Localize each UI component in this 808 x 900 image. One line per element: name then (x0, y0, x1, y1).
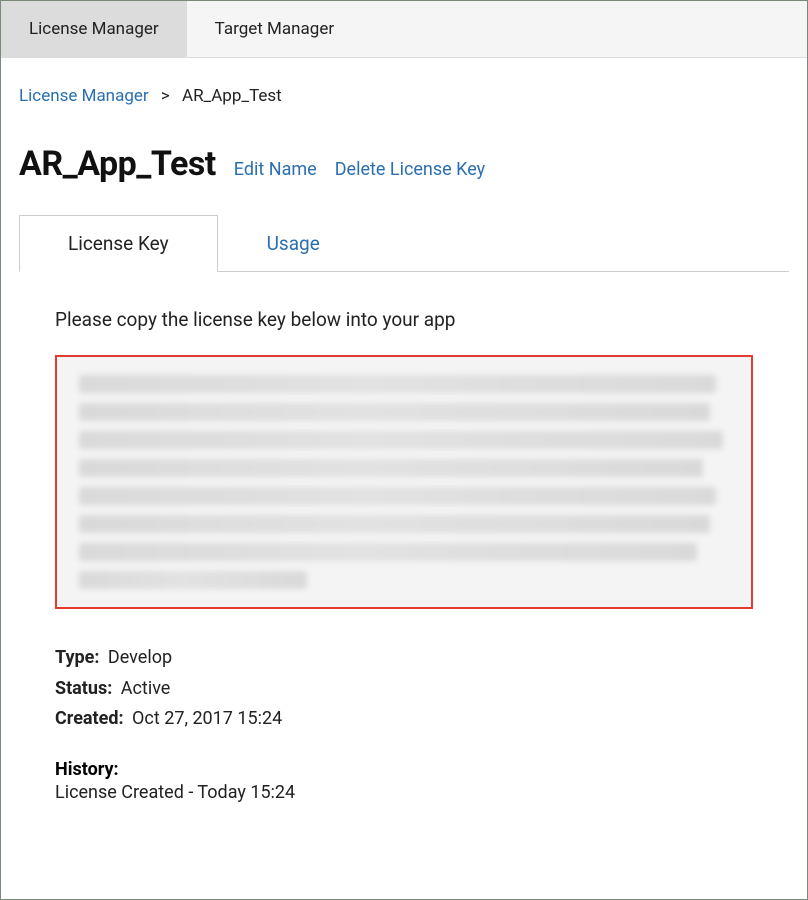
title-row: AR_App_Test Edit Name Delete License Key (19, 144, 789, 184)
license-key-text-blurred (79, 487, 716, 505)
status-value: Active (121, 678, 171, 699)
app-container: License Manager Target Manager License M… (0, 0, 808, 900)
created-value: Oct 27, 2017 15:24 (132, 708, 282, 729)
license-key-text-blurred (79, 375, 716, 393)
tab-license-manager[interactable]: License Manager (1, 1, 187, 57)
history-label: History: (55, 759, 753, 780)
license-key-text-blurred (79, 431, 723, 449)
license-key-text-blurred (79, 571, 307, 589)
meta-status-row: Status: Active (55, 674, 753, 705)
content-area: License Manager > AR_App_Test AR_App_Tes… (1, 86, 807, 833)
top-tabs: License Manager Target Manager (1, 1, 807, 58)
type-value: Develop (108, 647, 172, 668)
inner-tabs: License Key Usage (19, 214, 789, 272)
edit-name-link[interactable]: Edit Name (234, 159, 317, 180)
delete-license-link[interactable]: Delete License Key (335, 159, 485, 180)
instruction-text: Please copy the license key below into y… (55, 308, 753, 331)
license-key-box[interactable] (55, 355, 753, 609)
license-key-text-blurred (79, 543, 697, 561)
tab-target-manager[interactable]: Target Manager (187, 1, 362, 57)
tab-usage[interactable]: Usage (218, 215, 369, 272)
history-block: History: License Created - Today 15:24 (55, 759, 753, 803)
status-label: Status: (55, 678, 112, 699)
license-key-text-blurred (79, 459, 703, 477)
type-label: Type: (55, 647, 99, 668)
tab-license-key[interactable]: License Key (19, 215, 218, 272)
breadcrumb-separator: > (161, 86, 170, 106)
license-key-text-blurred (79, 403, 710, 421)
page-title: AR_App_Test (19, 144, 216, 184)
history-entry: License Created - Today 15:24 (55, 782, 753, 803)
license-key-text-blurred (79, 515, 710, 533)
license-key-panel: Please copy the license key below into y… (19, 272, 789, 813)
breadcrumb-current: AR_App_Test (182, 86, 282, 106)
meta-type-row: Type: Develop (55, 643, 753, 674)
breadcrumb-root-link[interactable]: License Manager (19, 86, 149, 106)
breadcrumb: License Manager > AR_App_Test (19, 86, 789, 106)
meta-created-row: Created: Oct 27, 2017 15:24 (55, 704, 753, 735)
created-label: Created: (55, 708, 124, 729)
